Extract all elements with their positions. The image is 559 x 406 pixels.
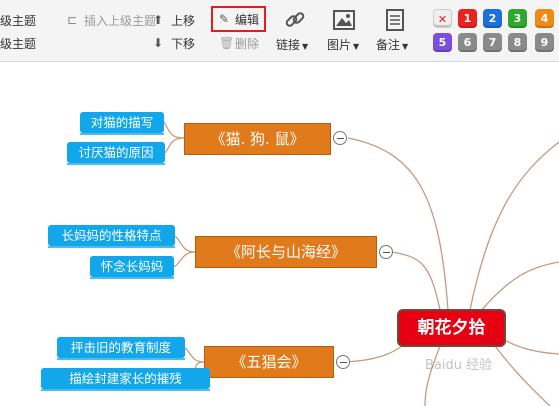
connector-root-right-4 — [494, 345, 551, 406]
subtopic-node[interactable]: 抨击旧的教育制度 — [57, 337, 185, 358]
edit-button[interactable]: 编辑 — [235, 13, 259, 27]
subtopic-node[interactable]: 对猫的描写 — [80, 112, 164, 133]
priority-4-badge[interactable]: 4 — [535, 9, 554, 28]
priority-3-badge[interactable]: 3 — [508, 9, 527, 28]
connector-root-right-2 — [479, 261, 559, 313]
priority-7-badge[interactable]: 7 — [483, 33, 502, 52]
connector-root-right-1 — [469, 141, 559, 311]
connector-topic1-sub1 — [163, 121, 185, 139]
link-icon — [285, 12, 305, 27]
priority-5-badge[interactable]: 5 — [433, 33, 452, 52]
collapse-toggle[interactable] — [336, 355, 350, 369]
connector-topic3-sub1 — [184, 347, 205, 363]
topic-node[interactable]: 《五猖会》 — [204, 346, 334, 378]
insert-sibling-button[interactable]: 级主题 — [0, 37, 36, 51]
watermark: Baidu 经验 — [425, 358, 493, 373]
insert-subtopic-button[interactable]: 级主题 — [0, 14, 36, 28]
delete-button[interactable]: 删除 — [235, 37, 259, 51]
move-up-button[interactable]: 上移 — [171, 14, 195, 28]
trash-icon: 🗑 — [219, 36, 235, 50]
collapse-toggle[interactable] — [379, 245, 393, 259]
priority-1-badge[interactable]: 1 — [458, 9, 477, 28]
link-button[interactable]: 链接 ▼ — [276, 38, 308, 54]
toolbar: 级主题 ⊏ 插入上级主题 级主题 ⬆ 上移 ⬇ 下移 ✎ 编辑 🗑 删除 链接 ▼… — [0, 0, 559, 62]
note-button[interactable]: 备注 ▼ — [376, 38, 408, 54]
connector-topic1-sub2 — [164, 137, 185, 154]
subtopic-node[interactable]: 怀念长妈妈 — [90, 256, 174, 277]
insert-parent-button[interactable]: 插入上级主题 — [84, 14, 156, 28]
image-button[interactable]: 图片 ▼ — [327, 38, 359, 54]
note-icon — [386, 9, 404, 31]
priority-8-badge[interactable]: 8 — [508, 33, 527, 52]
insert-parent-icon: ⊏ — [67, 13, 78, 27]
subtopic-node[interactable]: 讨厌猫的原因 — [67, 142, 165, 163]
subtopic-node[interactable]: 描绘封建家长的摧残 — [41, 368, 210, 389]
arrow-down-icon: ⬇ — [153, 36, 164, 50]
connector-root-topic-2 — [391, 251, 441, 311]
connector-topic2-sub2 — [173, 251, 196, 268]
priority-9-badge[interactable]: 9 — [535, 33, 554, 52]
topic-node[interactable]: 《猫. 狗. 鼠》 — [184, 123, 331, 155]
image-icon — [333, 10, 355, 30]
collapse-toggle[interactable] — [333, 131, 347, 145]
root-node[interactable]: 朝花夕拾 — [397, 309, 506, 347]
connector-topic2-sub1 — [174, 235, 196, 253]
edit-icon: ✎ — [219, 12, 230, 26]
topic-node[interactable]: 《阿长与山海经》 — [195, 236, 377, 268]
priority-2-badge[interactable]: 2 — [483, 9, 502, 28]
subtopic-node[interactable]: 长妈妈的性格特点 — [48, 225, 175, 246]
priority-6-badge[interactable]: 6 — [458, 33, 477, 52]
arrow-up-icon: ⬆ — [153, 13, 164, 27]
remove-priority-button[interactable]: ✕ — [433, 9, 452, 28]
move-down-button[interactable]: 下移 — [171, 37, 195, 51]
